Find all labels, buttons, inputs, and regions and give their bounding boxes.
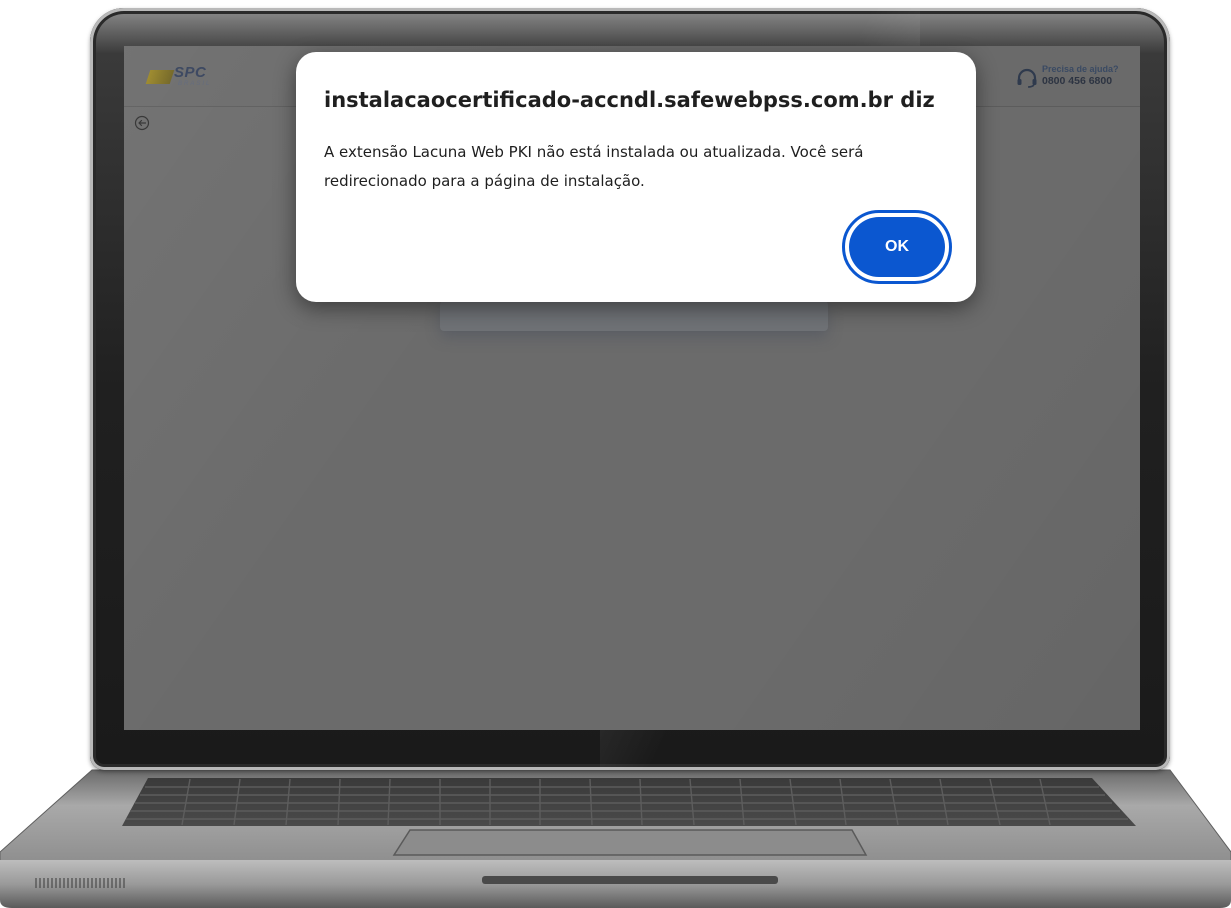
keyboard-keys (126, 778, 1128, 826)
logo-subtext: BRASIL (178, 81, 212, 87)
laptop-mockup: SPC BRASIL Precisa de ajuda? 0800 456 68… (0, 0, 1231, 908)
side-vents (35, 878, 125, 888)
laptop-front-edge (0, 860, 1231, 908)
keyboard (122, 778, 1136, 826)
logo-mark (145, 70, 175, 84)
ok-button[interactable]: OK (849, 217, 945, 277)
laptop-deck (0, 769, 1231, 873)
background-card (440, 301, 828, 331)
headset-icon (1017, 68, 1037, 88)
logo-text: SPC (174, 64, 207, 81)
front-notch (482, 876, 778, 884)
back-arrow-icon[interactable] (134, 115, 150, 131)
dialog-title: instalacaocertificado-accndl.safewebpss.… (324, 88, 935, 112)
help-title: Precisa de ajuda? (1042, 64, 1119, 74)
alert-dialog: instalacaocertificado-accndl.safewebpss.… (296, 52, 976, 302)
dialog-message: A extensão Lacuna Web PKI não está insta… (324, 143, 864, 190)
touchpad (392, 829, 868, 856)
spc-brasil-logo: SPC BRASIL (145, 62, 209, 92)
help-phone[interactable]: 0800 456 6800 (1042, 75, 1112, 87)
help-contact[interactable]: Precisa de ajuda? 0800 456 6800 (1016, 64, 1134, 92)
